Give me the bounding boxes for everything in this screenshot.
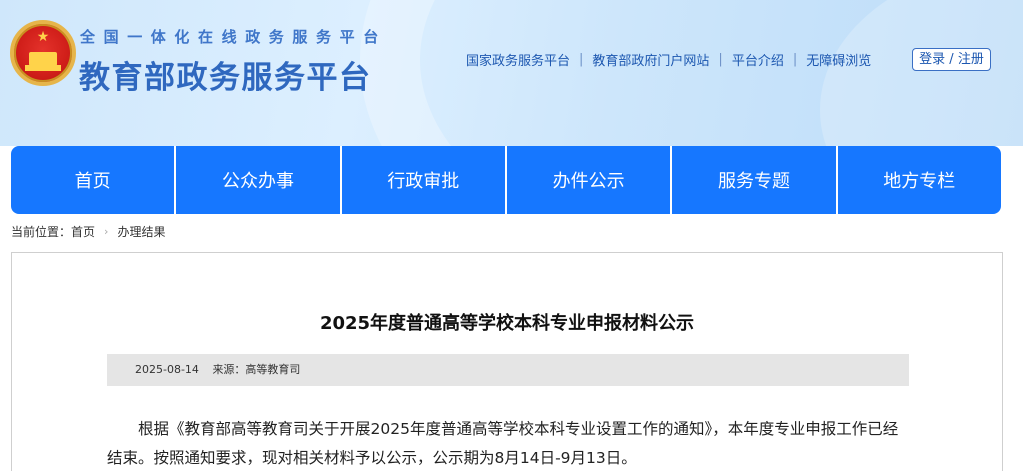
nav-item-service-topics[interactable]: 服务专题 [672, 146, 838, 214]
breadcrumb: 当前位置： 首页 › 办理结果 [11, 223, 165, 240]
breadcrumb-current: 办理结果 [117, 225, 166, 239]
nav-item-home[interactable]: 首页 [11, 146, 177, 214]
link-national-platform[interactable]: 国家政务服务平台 [466, 50, 570, 69]
login-register-button[interactable]: 登录 / 注册 [912, 48, 991, 71]
article-panel: 2025年度普通高等学校本科专业申报材料公示 2025-08-14 来源：高等教… [11, 252, 1003, 471]
main-nav: 首页 公众办事 行政审批 办件公示 服务专题 地方专栏 [11, 146, 1001, 214]
link-moe-portal[interactable]: 教育部政府门户网站 [592, 50, 709, 69]
link-separator: | [792, 52, 798, 67]
breadcrumb-prefix: 当前位置： [11, 225, 72, 239]
site-header: ★ 全国一体化在线政务服务平台 教育部政务服务平台 国家政务服务平台 | 教育部… [0, 0, 1023, 146]
link-accessibility[interactable]: 无障碍浏览 [806, 50, 871, 69]
nav-item-local-column[interactable]: 地方专栏 [838, 146, 1001, 214]
link-platform-intro[interactable]: 平台介绍 [732, 50, 784, 69]
article-source: 来源：高等教育司 [212, 363, 301, 376]
article-title: 2025年度普通高等学校本科专业申报材料公示 [319, 313, 695, 334]
article-body: 根据《教育部高等教育司关于开展2025年度普通高等学校本科专业设置工作的通知》，… [107, 420, 899, 467]
top-links: 国家政务服务平台 | 教育部政府门户网站 | 平台介绍 | 无障碍浏览 [466, 50, 871, 69]
nav-item-case-disclosure[interactable]: 办件公示 [507, 146, 673, 214]
site-title[interactable]: 教育部政务服务平台 [79, 52, 372, 97]
breadcrumb-home[interactable]: 首页 [71, 223, 95, 240]
chevron-right-icon: › [104, 225, 109, 238]
article-meta: 2025-08-14 来源：高等教育司 [107, 354, 909, 386]
link-separator: | [718, 52, 723, 67]
link-separator: | [579, 52, 584, 67]
site-subtitle: 全国一体化在线政务服务平台 [80, 28, 387, 46]
nav-item-admin-approval[interactable]: 行政审批 [342, 146, 507, 214]
article-date: 2025-08-14 [135, 363, 199, 376]
nav-item-public-services[interactable]: 公众办事 [176, 146, 342, 214]
national-emblem-icon[interactable]: ★ [10, 20, 76, 86]
